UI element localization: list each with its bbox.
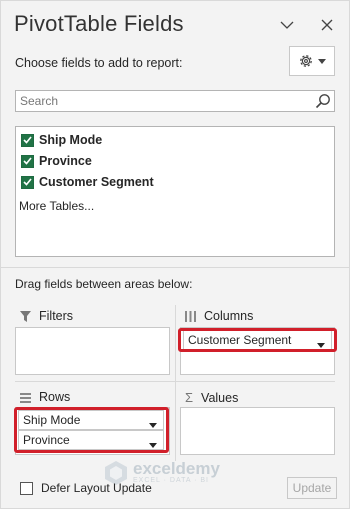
filters-drop-zone[interactable] [15,327,170,375]
highlight-box [14,407,169,453]
close-icon [321,19,333,31]
checkbox[interactable] [21,154,34,168]
highlight-box [178,328,337,352]
checkbox[interactable] [20,481,33,495]
defer-label: Defer Layout Update [41,481,152,495]
pane-title: PivotTable Fields [14,11,184,36]
check-icon [23,157,32,165]
check-icon [23,136,32,144]
field-label: Province [39,154,92,168]
checkbox[interactable] [21,175,34,189]
field-search-box[interactable] [15,90,335,112]
update-button[interactable]: Update [287,477,337,499]
checkbox[interactable] [21,133,34,147]
sigma-icon: Σ [185,390,194,405]
values-drop-zone[interactable] [180,407,335,455]
gear-icon [300,55,312,67]
areas-horizontal-divider [15,381,335,382]
pivottable-fields-pane: PivotTable Fields Choose fields to add t… [0,0,350,509]
rows-icon [20,392,31,403]
search-input[interactable] [20,91,300,111]
tools-dropdown-button[interactable] [289,46,335,76]
columns-label: Columns [204,309,254,323]
choose-fields-label: Choose fields to add to report: [15,56,183,70]
areas-vertical-divider [175,305,176,461]
rows-label: Rows [39,390,71,404]
chevron-down-icon [280,21,294,29]
close-pane-button[interactable] [313,11,341,39]
section-divider [1,267,349,268]
columns-area-header: Columns [185,309,253,323]
more-tables-link[interactable]: More Tables... [19,199,94,213]
filter-icon [20,310,31,322]
filters-label: Filters [39,309,74,323]
field-list: Ship Mode Province Customer Segment More… [15,126,335,257]
filters-area-header: Filters [20,309,73,323]
field-item-province[interactable]: Province [21,152,92,170]
values-area-header: Σ Values [185,390,238,405]
check-icon [23,178,32,186]
defer-layout-update-checkbox[interactable]: Defer Layout Update [20,481,152,495]
field-item-ship-mode[interactable]: Ship Mode [21,131,102,149]
rows-area-header: Rows [20,390,70,404]
field-item-customer-segment[interactable]: Customer Segment [21,173,154,191]
watermark-name: exceldemy [133,459,220,478]
field-label: Ship Mode [39,133,103,147]
chevron-down-icon [318,58,326,64]
columns-icon [185,310,196,322]
field-label: Customer Segment [39,175,154,189]
drag-fields-label: Drag fields between areas below: [15,277,193,291]
values-label: Values [201,390,239,405]
search-icon[interactable] [315,93,331,114]
collapse-pane-button[interactable] [273,11,301,39]
